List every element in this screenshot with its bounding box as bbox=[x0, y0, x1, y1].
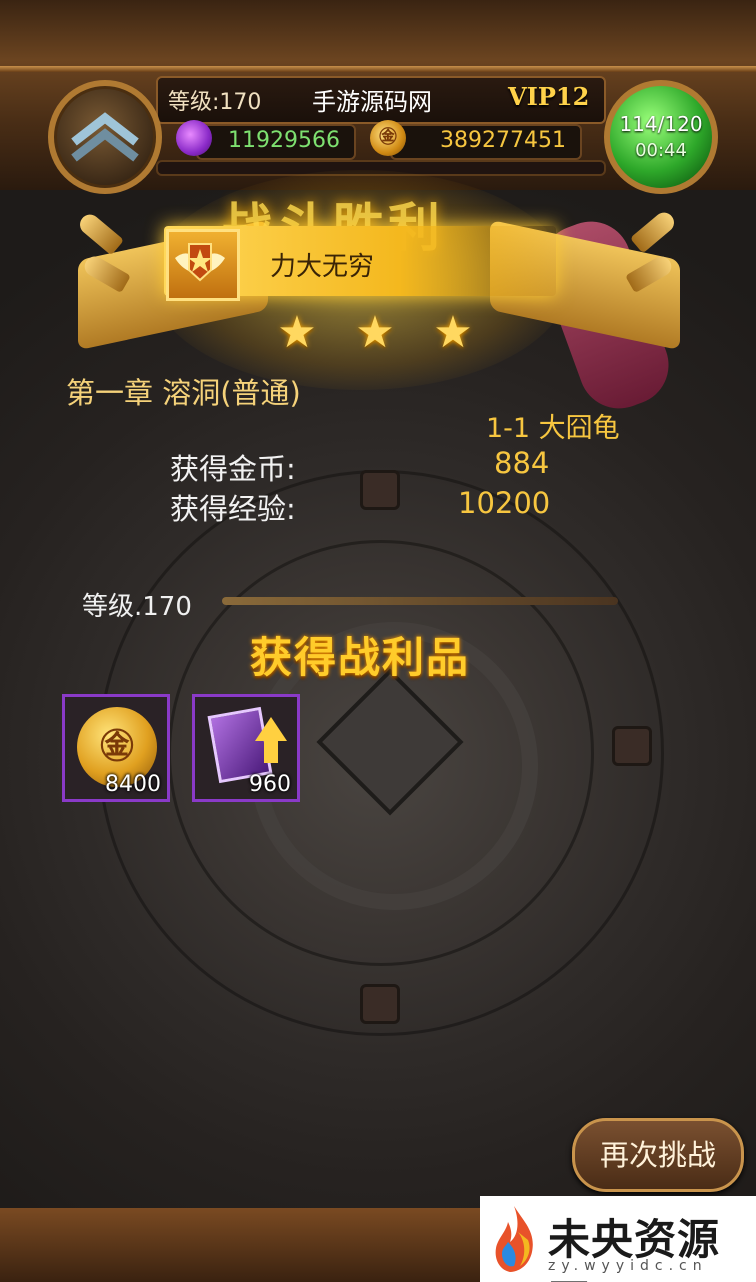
gold-amount: 389277451 bbox=[440, 128, 566, 153]
loot-item-quantity: 8400 bbox=[105, 772, 161, 797]
loot-item-gold[interactable]: ㊎ 8400 bbox=[62, 694, 170, 802]
star-icon: ★ bbox=[355, 307, 395, 358]
gold-reward-value: 884 bbox=[494, 446, 550, 480]
energy-timer: 00:44 bbox=[635, 140, 687, 161]
star-icon: ★ bbox=[433, 307, 473, 358]
star-icon: ★ bbox=[277, 307, 317, 358]
exp-bar bbox=[222, 597, 618, 605]
loot-title: 获得战利品 bbox=[250, 633, 471, 682]
energy-orb[interactable]: 114/120 00:44 bbox=[604, 80, 718, 194]
player-name: 手游源码网 bbox=[312, 88, 432, 116]
gold-counter[interactable]: 389277451 bbox=[390, 124, 582, 160]
vip-badge[interactable]: VIP12 bbox=[508, 82, 589, 111]
result-level: 等级.170 bbox=[82, 592, 192, 622]
gem-counter[interactable]: 11929566 bbox=[196, 124, 356, 160]
energy-value: 114/120 bbox=[619, 112, 703, 136]
battle-result-screen: 等级:170 手游源码网 VIP12 11929566 389277451 ㊎ … bbox=[0, 0, 756, 1282]
gem-amount: 11929566 bbox=[228, 128, 340, 153]
floor-rivet-right bbox=[612, 726, 652, 766]
up-arrow-stem bbox=[264, 739, 278, 763]
gold-reward-label: 获得金币: bbox=[170, 452, 296, 486]
winged-star-medal-icon bbox=[175, 243, 225, 282]
gem-icon bbox=[176, 120, 212, 156]
trumpet-icon bbox=[75, 210, 125, 256]
loot-item-card-exp[interactable]: 960 bbox=[192, 694, 300, 802]
floor-rivet-bottom bbox=[360, 984, 400, 1024]
up-arrow-icon bbox=[255, 717, 287, 741]
loot-item-quantity: 960 bbox=[249, 772, 291, 797]
exp-reward-label: 获得经验: bbox=[170, 492, 296, 526]
exp-reward-value: 10200 bbox=[458, 486, 551, 520]
player-level: 等级:170 bbox=[168, 90, 262, 115]
watermark-url: zy.wyyidc.cn bbox=[548, 1258, 708, 1274]
chapter-title: 第一章 溶洞(普通) bbox=[66, 376, 301, 410]
skill-medal-icon bbox=[166, 229, 240, 301]
flame-logo-icon bbox=[495, 1206, 533, 1272]
stage-name: 1-1 大囧龟 bbox=[486, 413, 620, 444]
floor-rivet-top bbox=[360, 470, 400, 510]
rank-chevron-icon bbox=[71, 112, 139, 162]
skill-name: 力大无穷 bbox=[270, 252, 375, 282]
trumpet-icon bbox=[629, 208, 679, 254]
rechallenge-button[interactable]: 再次挑战 bbox=[572, 1118, 744, 1192]
gold-coin-icon: ㊎ bbox=[370, 120, 406, 156]
rank-button[interactable] bbox=[48, 80, 162, 194]
